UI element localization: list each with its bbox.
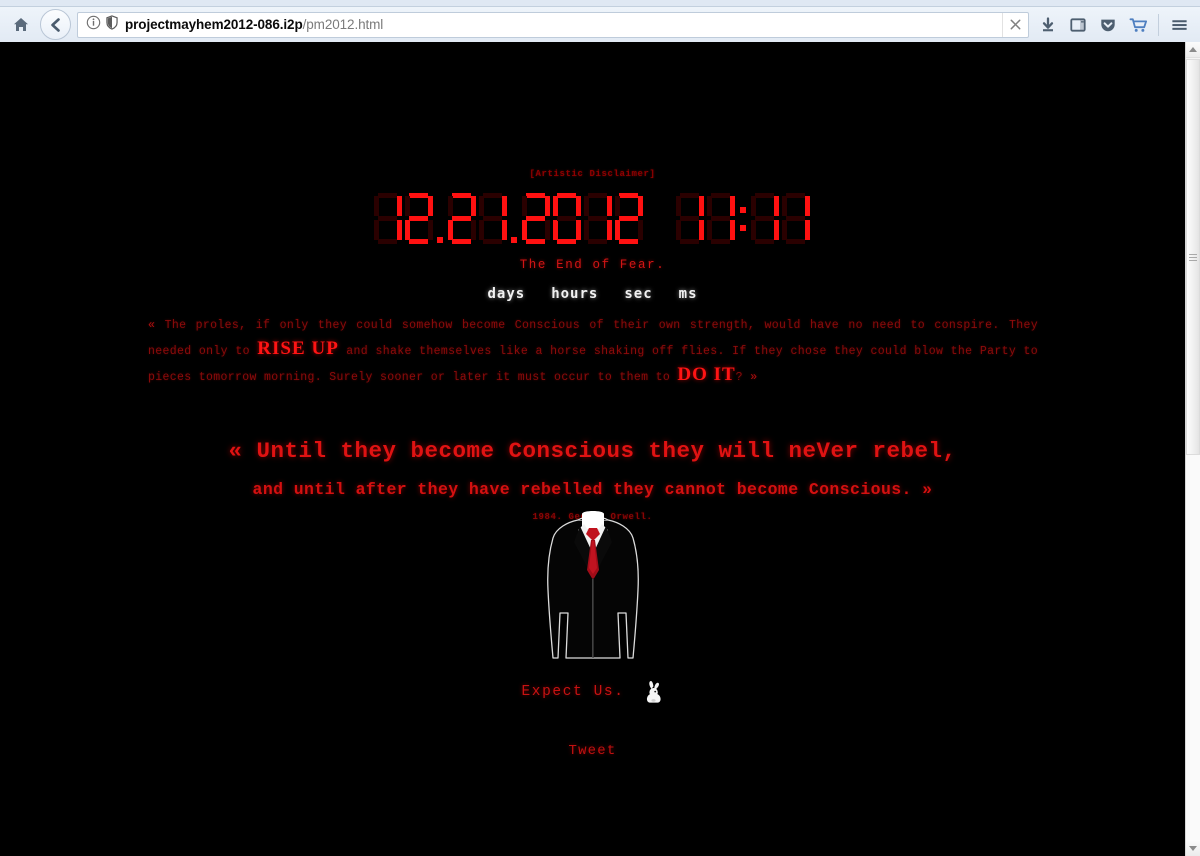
countdown-unit-labels: days hours sec ms xyxy=(0,286,1185,302)
expect-us-text: Expect Us. xyxy=(521,684,625,700)
paragraph-highlight-rise-up: RISE UP xyxy=(257,338,339,359)
shopping-cart-button[interactable] xyxy=(1123,10,1153,40)
unit-label-days: days xyxy=(487,286,526,302)
led-digit xyxy=(780,190,813,246)
led-digit xyxy=(446,190,479,246)
anonymous-suit-figure xyxy=(0,508,1185,668)
orwell-paragraph: « The proles, if only they could somehow… xyxy=(148,314,1038,389)
url-bar[interactable]: projectmayhem2012-086.i2p/pm2012.html xyxy=(77,11,1029,38)
back-button[interactable] xyxy=(40,9,71,40)
close-guillemet: » xyxy=(750,371,758,384)
countdown-clock xyxy=(0,190,1185,246)
suit-svg xyxy=(546,511,639,659)
tab-strip[interactable] xyxy=(0,0,1200,7)
scrollbar-thumb-grip xyxy=(1189,252,1197,263)
expect-us-row: Expect Us. xyxy=(0,680,1185,704)
unit-label-ms: ms xyxy=(678,286,698,302)
led-digit xyxy=(582,190,615,246)
scroll-up-arrow-icon[interactable] xyxy=(1186,42,1200,58)
browser-chrome: projectmayhem2012-086.i2p/pm2012.html xyxy=(0,0,1200,42)
stop-button[interactable] xyxy=(1002,12,1028,37)
toolbar-divider xyxy=(1158,13,1159,36)
tagline: The End of Fear. xyxy=(519,258,666,272)
pocket-button[interactable] xyxy=(1093,10,1123,40)
home-icon[interactable] xyxy=(6,10,36,40)
url-path: /pm2012.html xyxy=(302,17,384,32)
unit-label-hours: hours xyxy=(551,286,599,302)
countdown-date xyxy=(373,190,645,246)
info-circle-icon[interactable] xyxy=(86,15,101,35)
unit-label-sec: sec xyxy=(624,286,653,302)
white-rabbit-icon[interactable] xyxy=(643,680,664,704)
led-digit xyxy=(705,190,738,246)
tweet-label: Tweet xyxy=(568,743,617,759)
led-digit xyxy=(403,190,436,246)
countdown-time xyxy=(675,190,812,246)
url-text[interactable]: projectmayhem2012-086.i2p/pm2012.html xyxy=(125,17,1002,32)
shield-icon[interactable] xyxy=(105,14,119,35)
led-digit xyxy=(749,190,782,246)
quote-line-1: « Until they become Conscious they will … xyxy=(228,438,957,464)
vertical-scrollbar[interactable] xyxy=(1185,42,1200,856)
scrollbar-thumb[interactable] xyxy=(1186,59,1200,455)
led-digit xyxy=(477,190,510,246)
scrollbar-track[interactable] xyxy=(1186,59,1200,840)
led-digit xyxy=(520,190,553,246)
led-digit xyxy=(551,190,584,246)
toolbar-right-group xyxy=(1033,10,1194,40)
quote-line-2: and until after they have rebelled they … xyxy=(252,480,933,499)
identity-box[interactable] xyxy=(78,14,125,35)
paragraph-highlight-do-it: DO IT xyxy=(677,364,736,385)
page-viewport: [Artistic Disclaimer] The End of Fear. d… xyxy=(0,42,1200,856)
page-content: [Artistic Disclaimer] The End of Fear. d… xyxy=(0,42,1185,856)
led-digit xyxy=(674,190,707,246)
navigation-toolbar: projectmayhem2012-086.i2p/pm2012.html xyxy=(0,7,1200,42)
tweet-button[interactable]: Tweet xyxy=(0,741,1185,759)
downloads-button[interactable] xyxy=(1033,10,1063,40)
led-digit xyxy=(372,190,405,246)
scroll-down-arrow-icon[interactable] xyxy=(1186,840,1200,856)
hamburger-menu-button[interactable] xyxy=(1164,10,1194,40)
artistic-disclaimer: [Artistic Disclaimer] xyxy=(529,169,656,179)
led-digit xyxy=(613,190,646,246)
reader-view-button[interactable] xyxy=(1063,10,1093,40)
paragraph-part-3: ? xyxy=(735,371,751,384)
url-host: projectmayhem2012-086.i2p xyxy=(125,17,303,32)
